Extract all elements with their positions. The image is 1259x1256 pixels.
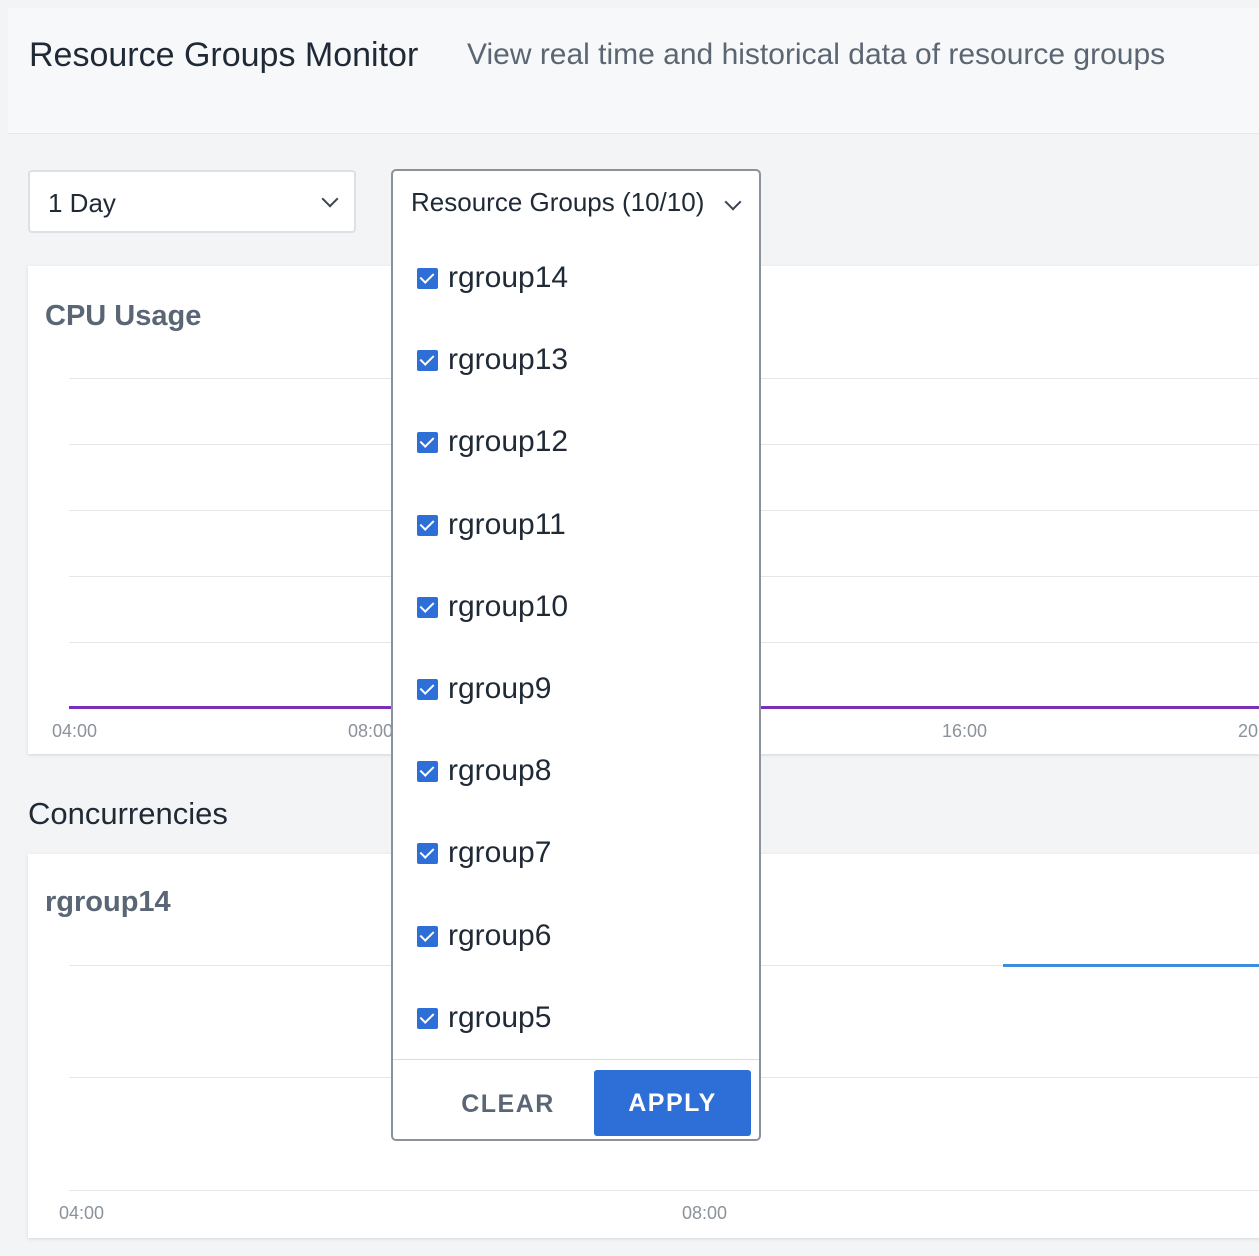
option-rgroup7[interactable]: rgroup7 bbox=[417, 833, 551, 873]
page-header: Resource Groups Monitor View real time a… bbox=[8, 8, 1259, 134]
x-tick-label: 04:00 bbox=[59, 1203, 105, 1223]
concurrency-series-line bbox=[1003, 964, 1259, 967]
option-label: rgroup12 bbox=[448, 425, 569, 458]
checkbox-checked-icon[interactable] bbox=[417, 842, 438, 864]
x-tick-label: 16:00 bbox=[942, 721, 988, 741]
concurrency-chart-title: rgroup14 bbox=[45, 886, 171, 918]
option-label: rgroup7 bbox=[448, 836, 552, 869]
checkbox-checked-icon[interactable] bbox=[417, 760, 438, 782]
option-label: rgroup13 bbox=[448, 343, 569, 376]
option-rgroup8[interactable]: rgroup8 bbox=[417, 751, 551, 791]
option-rgroup11[interactable]: rgroup11 bbox=[417, 505, 566, 545]
chevron-down-icon bbox=[724, 193, 742, 211]
gridline bbox=[69, 1190, 1259, 1191]
option-label: rgroup5 bbox=[448, 1001, 552, 1034]
option-label: rgroup14 bbox=[448, 261, 569, 294]
x-tick-label: 08:00 bbox=[348, 721, 394, 741]
checkbox-checked-icon[interactable] bbox=[417, 678, 438, 700]
x-tick-label: 20 bbox=[1238, 721, 1259, 741]
concurrencies-section-title: Concurrencies bbox=[28, 796, 228, 831]
option-rgroup12[interactable]: rgroup12 bbox=[417, 422, 568, 462]
option-rgroup10[interactable]: rgroup10 bbox=[417, 587, 568, 627]
checkbox-checked-icon[interactable] bbox=[417, 925, 438, 947]
checkbox-checked-icon[interactable] bbox=[417, 1007, 438, 1029]
resource-groups-select-label: Resource Groups (10/10) bbox=[411, 187, 705, 217]
option-rgroup14[interactable]: rgroup14 bbox=[417, 258, 568, 298]
option-label: rgroup6 bbox=[448, 919, 552, 952]
checkbox-checked-icon[interactable] bbox=[417, 267, 438, 289]
option-label: rgroup9 bbox=[448, 672, 552, 705]
apply-button[interactable]: APPLY bbox=[594, 1070, 751, 1136]
option-rgroup5[interactable]: rgroup5 bbox=[417, 998, 551, 1038]
resource-groups-dropdown: Resource Groups (10/10) rgroup14 rgroup1… bbox=[391, 169, 761, 1141]
dropdown-footer: CLEAR APPLY bbox=[393, 1059, 759, 1141]
page-title: Resource Groups Monitor bbox=[29, 36, 419, 74]
checkbox-checked-icon[interactable] bbox=[417, 514, 438, 536]
clear-button[interactable]: CLEAR bbox=[433, 1072, 583, 1136]
option-label: rgroup11 bbox=[448, 508, 566, 541]
page: Resource Groups Monitor View real time a… bbox=[0, 0, 1259, 1256]
option-label: rgroup8 bbox=[448, 754, 552, 787]
cpu-usage-title: CPU Usage bbox=[45, 300, 202, 332]
checkbox-checked-icon[interactable] bbox=[417, 596, 438, 618]
time-range-value: 1 Day bbox=[48, 188, 116, 218]
option-rgroup6[interactable]: rgroup6 bbox=[417, 916, 551, 956]
option-rgroup9[interactable]: rgroup9 bbox=[417, 669, 551, 709]
x-tick-label: 04:00 bbox=[52, 721, 98, 741]
x-tick-label: 08:00 bbox=[682, 1203, 728, 1223]
chevron-down-icon bbox=[321, 190, 339, 208]
checkbox-checked-icon[interactable] bbox=[417, 349, 438, 371]
page-subtitle: View real time and historical data of re… bbox=[467, 38, 1166, 71]
time-range-select[interactable]: 1 Day bbox=[28, 170, 356, 233]
checkbox-checked-icon[interactable] bbox=[417, 431, 438, 453]
resource-groups-select[interactable]: Resource Groups (10/10) bbox=[393, 171, 759, 235]
option-label: rgroup10 bbox=[448, 590, 569, 623]
option-rgroup13[interactable]: rgroup13 bbox=[417, 340, 568, 380]
